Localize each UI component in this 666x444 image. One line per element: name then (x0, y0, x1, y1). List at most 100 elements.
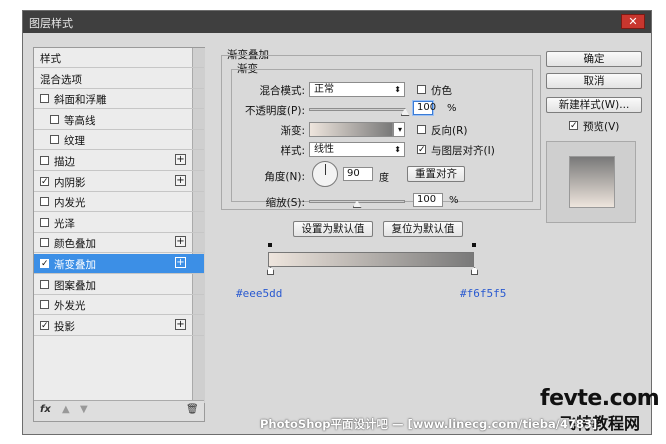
reverse-checkbox[interactable] (417, 125, 426, 134)
sidebar-item[interactable]: 描边 + (34, 151, 204, 171)
angle-dial-needle (325, 164, 326, 175)
reset-alignment-button[interactable]: 重置对齐 (407, 166, 465, 182)
scale-input[interactable]: 100 (413, 193, 443, 207)
blend-mode-label: 混合模式: (259, 85, 305, 97)
sidebar-item-label: 颜色叠加 (54, 238, 96, 251)
sidebar-item-label: 样式 (40, 53, 61, 65)
styles-list: 样式混合选项斜面和浮雕等高线纹理描边 + ✓ 内阴影 + 内发光光泽颜色叠加 + ✓ 渐变叠加 +… (33, 47, 205, 422)
sidebar-item[interactable]: 内发光 (34, 192, 204, 213)
sidebar-item-checkbox[interactable]: ✓ (40, 259, 49, 269)
sidebar-item-label: 内发光 (54, 197, 86, 210)
sidebar-item[interactable]: 斜面和浮雕 (34, 89, 204, 110)
updown-arrow-icon: ⬍ (394, 145, 401, 154)
align-with-layer-label: 与图层对齐(I) (431, 145, 495, 157)
left-stop-hex: #eee5dd (236, 287, 283, 300)
angle-unit: 度 (379, 173, 389, 184)
dither-checkbox[interactable] (417, 85, 426, 94)
gradient-swatch[interactable] (309, 122, 393, 137)
sidebar-item[interactable]: 图案叠加 (34, 275, 204, 295)
sidebar-item-label: 内阴影 (54, 176, 86, 189)
style-value: 线性 (314, 144, 334, 155)
add-effect-icon[interactable]: + (175, 154, 186, 165)
add-effect-icon[interactable]: + (175, 236, 186, 248)
title-bar[interactable]: 图层样式 ✕ (23, 11, 651, 33)
sidebar-item-label: 描边 (54, 156, 75, 168)
set-as-default-button[interactable]: 设置为默认值 (293, 221, 373, 237)
sidebar-item[interactable]: 颜色叠加 + (34, 233, 204, 254)
angle-input[interactable]: 90 (343, 167, 373, 181)
sidebar-item-label: 纹理 (64, 135, 85, 148)
sidebar-item[interactable]: 外发光 (34, 295, 204, 316)
opacity-stop-left[interactable] (268, 243, 272, 247)
watermark-footer: PhotoShop平面设计吧 — [www.linecg.com/tieba/4… (260, 417, 598, 431)
gradient-picker-button[interactable]: ▾ (393, 122, 405, 137)
preview-label: 预览(V) (583, 121, 620, 133)
sidebar-item[interactable]: 混合选项 (34, 69, 204, 89)
style-select[interactable]: 线性 ⬍ (309, 142, 405, 157)
sidebar-item[interactable]: 样式 (34, 48, 204, 68)
sidebar-item[interactable]: 光泽 (34, 213, 204, 233)
sidebar-item-checkbox[interactable] (40, 238, 49, 248)
sidebar-item-label: 混合选项 (40, 73, 82, 86)
sidebar-item-label: 投影 (54, 320, 75, 333)
move-down-icon[interactable]: ▼ (80, 404, 88, 415)
sidebar-item[interactable]: 等高线 (34, 110, 204, 130)
style-preview-swatch (569, 156, 615, 208)
add-effect-icon[interactable]: + (175, 318, 186, 330)
close-icon: ✕ (628, 15, 638, 28)
align-with-layer-checkbox[interactable]: ✓ (417, 145, 426, 155)
sidebar-item-label: 渐变叠加 (54, 259, 96, 271)
trash-icon[interactable]: 🗑 (186, 404, 199, 415)
sidebar-item-checkbox[interactable] (50, 135, 59, 145)
add-effect-icon[interactable]: + (175, 174, 186, 186)
fx-icon[interactable]: fx (40, 404, 51, 415)
sidebar-item-checkbox[interactable]: ✓ (40, 320, 49, 330)
chevron-down-icon: ▾ (397, 125, 402, 134)
sidebar-item-checkbox[interactable] (40, 279, 49, 289)
sidebar-item-label: 图案叠加 (54, 279, 96, 292)
style-preview (546, 141, 636, 223)
scale-unit: % (449, 195, 459, 206)
preview-checkbox[interactable]: ✓ (569, 121, 578, 131)
sidebar-item-label: 等高线 (64, 114, 96, 127)
style-label: 样式: (280, 145, 305, 157)
sidebar-item-checkbox[interactable] (40, 300, 49, 310)
sidebar-item-checkbox[interactable] (40, 94, 49, 104)
layer-style-dialog: 图层样式 ✕ 样式混合选项斜面和浮雕等高线纹理描边 + ✓ 内阴影 + 内发光光泽颜色叠加… (22, 10, 652, 435)
dither-label: 仿色 (431, 85, 452, 97)
opacity-input[interactable]: 100 (413, 101, 436, 115)
gradient-label: 渐变: (280, 125, 305, 137)
cancel-button[interactable]: 取消 (546, 73, 642, 89)
sidebar-item-checkbox[interactable] (50, 114, 59, 124)
right-stop-hex: #f6f5f5 (460, 287, 507, 300)
new-style-button[interactable]: 新建样式(W)... (546, 97, 642, 113)
opacity-unit: % (447, 103, 457, 114)
blend-mode-value: 正常 (314, 84, 334, 95)
angle-label: 角度(N): (264, 171, 305, 183)
ok-button[interactable]: 确定 (546, 51, 642, 67)
sidebar-item[interactable]: ✓ 投影 + (34, 316, 204, 336)
styles-list-footer: fx ▲ ▼ 🗑 (34, 400, 204, 421)
sidebar-item-label: 斜面和浮雕 (54, 94, 107, 107)
scale-label: 缩放(S): (265, 197, 305, 209)
gradient-bar (268, 252, 474, 267)
angle-dial[interactable] (312, 161, 338, 187)
sidebar-item[interactable]: ✓ 渐变叠加 + (34, 254, 204, 274)
dialog-title: 图层样式 (29, 17, 73, 30)
sidebar-item-checkbox[interactable] (40, 156, 49, 165)
opacity-stop-right[interactable] (472, 243, 476, 247)
sidebar-item-checkbox[interactable] (40, 217, 49, 227)
sidebar-item-checkbox[interactable]: ✓ (40, 176, 49, 186)
watermark-logo: fevte.com (540, 386, 660, 411)
close-button[interactable]: ✕ (621, 14, 645, 29)
add-effect-icon[interactable]: + (175, 257, 186, 268)
sidebar-item[interactable]: 纹理 (34, 130, 204, 151)
reset-to-default-button[interactable]: 复位为默认值 (383, 221, 463, 237)
move-up-icon[interactable]: ▲ (62, 404, 70, 415)
sidebar-item-label: 光泽 (54, 217, 75, 230)
opacity-label: 不透明度(P): (244, 105, 305, 117)
sidebar-item-checkbox[interactable] (40, 197, 49, 207)
opacity-slider[interactable] (309, 108, 405, 111)
sidebar-item[interactable]: ✓ 内阴影 + (34, 172, 204, 192)
blend-mode-select[interactable]: 正常 ⬍ (309, 82, 405, 97)
